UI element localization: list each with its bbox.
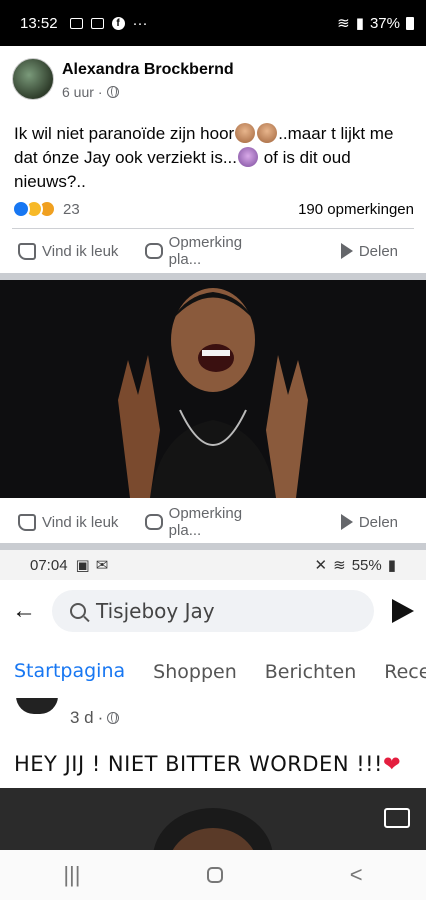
feed-separator <box>0 273 426 280</box>
facebook-icon: f <box>111 16 125 30</box>
wifi-icon: ≋ <box>333 557 346 574</box>
battery-icon: ▮ <box>387 557 396 574</box>
post-meta: 6 uur · <box>62 84 234 100</box>
photo-like-button[interactable]: Vind ik leuk <box>0 513 145 531</box>
heart-icon: ❤ <box>382 752 402 776</box>
embedded-avatar <box>14 696 60 716</box>
embedded-post-text: HEY JIJ ! NIET BITTER WORDEN !!!❤ <box>14 752 402 776</box>
globe-icon <box>106 86 119 98</box>
embedded-search-text: Tisjeboy Jay <box>96 599 215 623</box>
embedded-search-box: Tisjeboy Jay <box>52 590 374 632</box>
mail-icon <box>90 17 104 29</box>
more-icon: ··· <box>132 14 148 32</box>
embedded-post-time: 3 d <box>70 708 94 727</box>
share-icon <box>340 514 353 530</box>
status-time: 13:52 <box>20 14 58 32</box>
post-action-bar: Vind ik leuk Opmerking pla... Delen <box>0 229 426 273</box>
search-icon <box>70 603 86 619</box>
battery-percent: 37% <box>369 14 400 32</box>
photo-comment-button[interactable]: Opmerking pla... <box>144 505 272 539</box>
embedded-tab-posts: Berichten <box>264 661 357 683</box>
comment-icon <box>144 514 163 530</box>
reaction-count: 23 <box>63 200 80 218</box>
embedded-tab-home: Startpagina <box>0 660 140 694</box>
thumbs-up-icon <box>18 242 36 260</box>
embedded-battery-percent: 55% <box>351 556 382 574</box>
photo-action-bar: Vind ik leuk Opmerking pla... Delen <box>0 500 426 544</box>
recent-apps-button[interactable]: ||| <box>63 862 80 888</box>
like-button[interactable]: Vind ik leuk <box>0 242 145 260</box>
comment-button[interactable]: Opmerking pla... <box>144 234 272 268</box>
gallery-icon <box>69 17 83 29</box>
person-photo <box>0 280 426 498</box>
globe-icon <box>107 712 120 724</box>
mail-icon: ✉ <box>95 557 109 574</box>
battery-icon <box>406 16 414 30</box>
comment-count[interactable]: 190 opmerkingen <box>298 201 414 218</box>
embedded-tabs: Startpagina Shoppen Berichten Recen <box>0 650 426 694</box>
post-header: Alexandra Brockbernd 6 uur · <box>0 46 426 100</box>
embedded-status-bar: 07:04 ▣ ✉ ✕ ≋ 55% ▮ <box>0 550 426 580</box>
embedded-status-time: 07:04 <box>30 556 68 574</box>
embedded-person-photo <box>0 788 426 850</box>
back-button[interactable]: < <box>350 862 363 888</box>
post-photo[interactable] <box>0 280 426 498</box>
like-reaction-icon <box>12 200 30 218</box>
photo-share-button[interactable]: Delen <box>271 514 426 531</box>
embedded-post: 3 d · HEY JIJ ! NIET BITTER WORDEN !!!❤ <box>0 696 426 788</box>
see-no-evil-monkey-icon <box>235 123 256 143</box>
status-bar: 13:52 f ··· ≋ ▮ 37% <box>0 0 426 46</box>
home-button[interactable] <box>207 867 224 883</box>
system-nav-bar: ||| < <box>0 850 426 900</box>
share-button[interactable]: Delen <box>271 243 426 260</box>
share-icon <box>340 243 353 259</box>
mute-icon: ✕ <box>314 557 328 574</box>
dizzy-face-icon <box>238 147 258 167</box>
author-avatar[interactable] <box>12 58 54 100</box>
post-time[interactable]: 6 uur <box>62 84 94 100</box>
post-text: Ik wil niet paranoïde zijn hoor ..maar t … <box>14 123 394 191</box>
author-name[interactable]: Alexandra Brockbernd <box>62 61 234 79</box>
embedded-tab-reviews: Recen <box>384 661 426 683</box>
embedded-post-meta: 3 d · <box>70 708 120 728</box>
signal-icon: ▮ <box>355 15 364 32</box>
cast-icon <box>384 808 410 828</box>
comment-icon <box>144 243 163 259</box>
embedded-search-row: ← Tisjeboy Jay <box>0 580 426 642</box>
gallery-icon: ▣ <box>75 557 90 574</box>
wifi-icon: ≋ <box>337 15 350 32</box>
feed-separator <box>0 543 426 550</box>
embedded-photo <box>0 788 426 850</box>
back-arrow-icon: ← <box>12 597 36 624</box>
reactions-summary[interactable]: 23 190 opmerkingen <box>12 200 414 218</box>
thumbs-up-icon <box>18 513 36 531</box>
share-arrow-icon <box>392 599 414 623</box>
see-no-evil-monkey-icon <box>257 123 278 143</box>
embedded-tab-shop: Shoppen <box>153 661 237 683</box>
